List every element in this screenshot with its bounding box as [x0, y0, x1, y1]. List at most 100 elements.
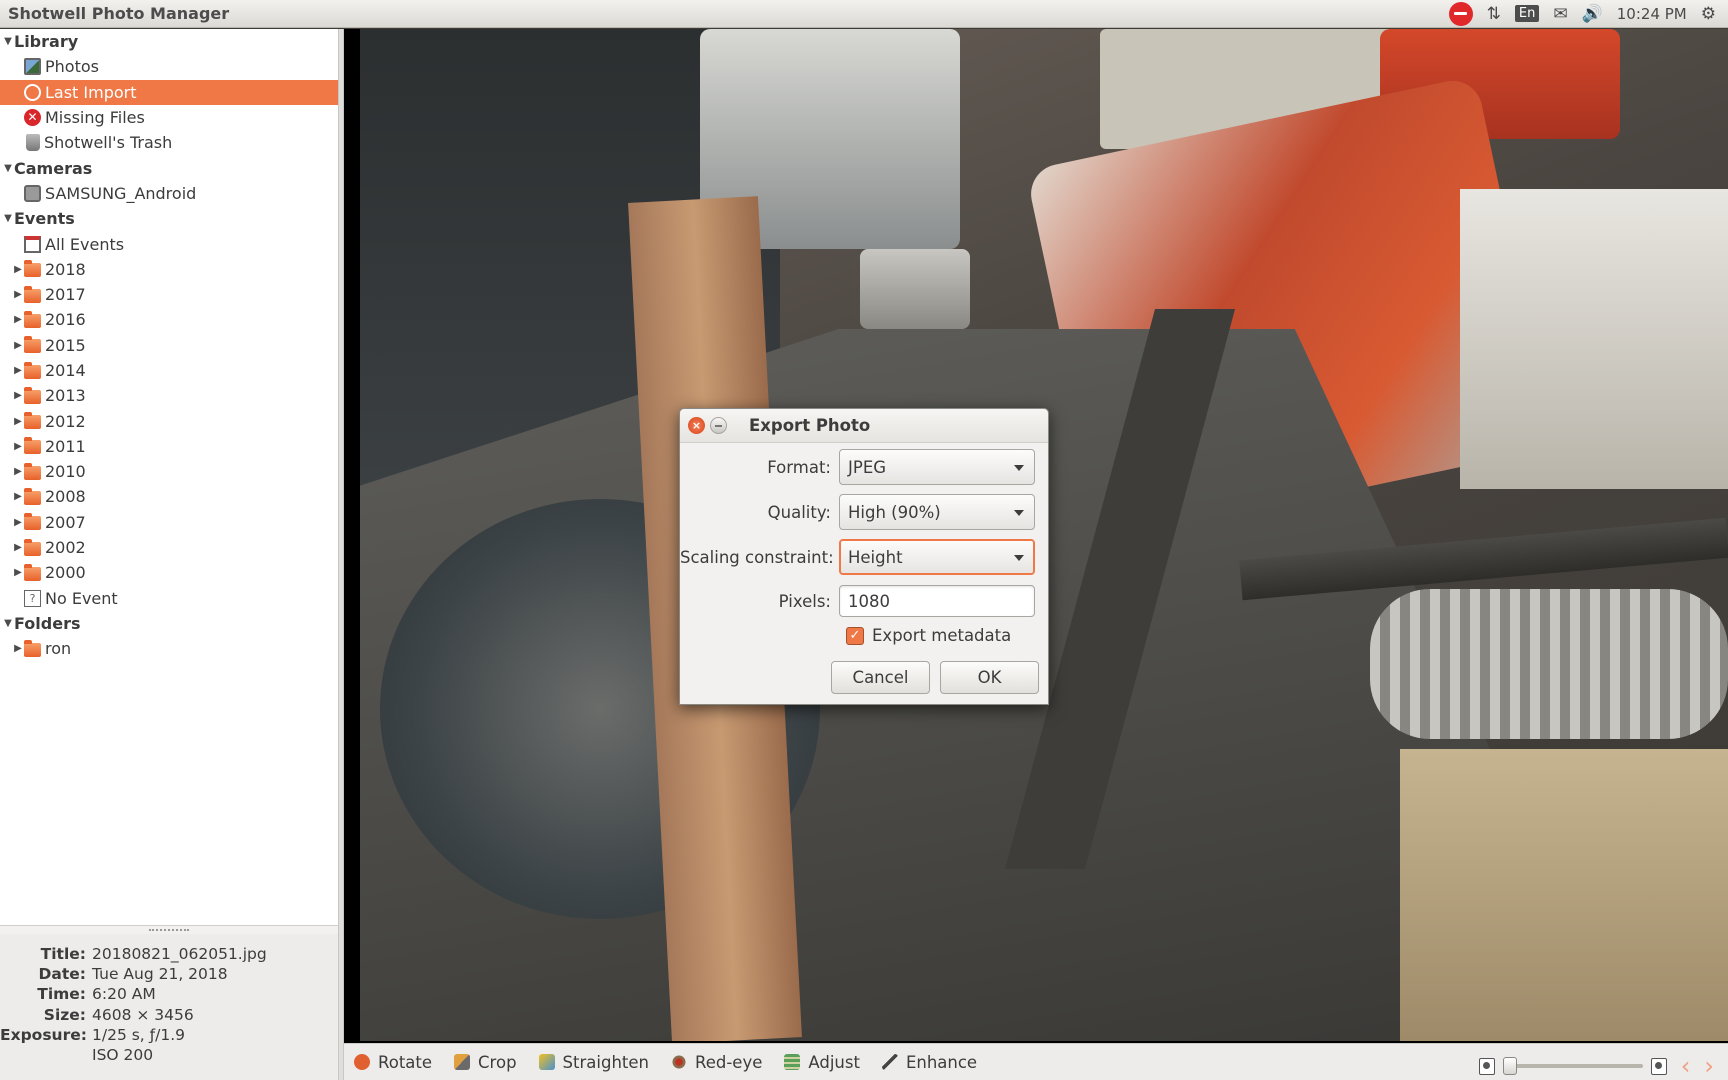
settings-gear-icon[interactable]: ⚙ [1701, 4, 1716, 24]
library-header[interactable]: ▼ Library [0, 29, 338, 54]
sidebar-item-event-year[interactable]: ▶ 2008 [0, 484, 338, 509]
zoom-out-icon[interactable] [1478, 1057, 1495, 1075]
expand-arrow-icon[interactable]: ▶ [12, 340, 24, 351]
export-metadata-checkbox[interactable]: ✓ [846, 626, 864, 645]
event-year-label: 2008 [45, 487, 86, 507]
sidebar-item-event-year[interactable]: ▶ 2007 [0, 510, 338, 535]
export-metadata-label[interactable]: Export metadata [872, 626, 1011, 645]
network-disabled-icon[interactable] [1448, 1, 1473, 26]
sidebar-item-event-year[interactable]: ▶ 2002 [0, 535, 338, 560]
missing-files-icon: ✕ [24, 109, 41, 127]
format-select[interactable]: JPEG [839, 449, 1035, 485]
sidebar-item-last-import[interactable]: Last Import [0, 79, 338, 105]
expand-arrow-icon[interactable]: ▶ [12, 416, 24, 427]
sidebar-item-camera[interactable]: SAMSUNG_Android [0, 181, 338, 206]
sidebar-item-event-year[interactable]: ▶ 2016 [0, 307, 338, 332]
ok-button[interactable]: OK [940, 661, 1039, 694]
sidebar-item-event-year[interactable]: ▶ 2011 [0, 434, 338, 459]
expand-arrow-icon[interactable]: ▶ [12, 365, 24, 376]
sidebar-item-event-year[interactable]: ▶ 2000 [0, 560, 338, 585]
rotate-label: Rotate [378, 1052, 433, 1072]
scaling-constraint-select[interactable]: Height [839, 539, 1035, 575]
expand-arrow-icon[interactable]: ▶ [12, 289, 24, 300]
info-label: Exposure: [0, 1025, 87, 1044]
sidebar: ▼ Library Photos Last Import ✕ Missing F… [0, 29, 338, 925]
straighten-button[interactable]: Straighten [538, 1053, 649, 1072]
expand-arrow-icon[interactable]: ▶ [12, 314, 24, 325]
sidebar-item-no-event[interactable]: ? No Event [0, 586, 338, 611]
rotate-button[interactable]: Rotate [354, 1053, 432, 1072]
expand-arrow-icon[interactable]: ▼ [2, 163, 14, 174]
quality-select[interactable]: High (90%) [839, 494, 1035, 530]
sidebar-splitter[interactable] [0, 925, 338, 934]
pixels-row: Pixels: [680, 585, 1050, 617]
info-label [0, 1045, 92, 1065]
folder-icon [24, 462, 41, 480]
sidebar-item-event-year[interactable]: ▶ 2012 [0, 408, 338, 433]
expand-arrow-icon[interactable]: ▶ [12, 390, 24, 401]
adjust-button[interactable]: Adjust [784, 1053, 860, 1072]
red-eye-label: Red-eye [694, 1052, 763, 1072]
sidebar-item-photos[interactable]: Photos [0, 54, 338, 79]
info-iso-row: ISO 200 [0, 1045, 338, 1065]
dialog-title: Export Photo [749, 416, 871, 435]
photo-white-container [1460, 189, 1728, 489]
format-label: Format: [767, 457, 831, 477]
sidebar-item-all-events[interactable]: All Events [0, 231, 338, 256]
red-eye-button[interactable]: Red-eye [670, 1052, 763, 1072]
expand-arrow-icon[interactable]: ▶ [12, 517, 24, 528]
cancel-button[interactable]: Cancel [831, 661, 930, 694]
sidebar-item-event-year[interactable]: ▶ 2014 [0, 358, 338, 383]
sidebar-item-event-year[interactable]: ▶ 2017 [0, 282, 338, 307]
folders-header[interactable]: ▼ Folders [0, 611, 338, 636]
info-exposure-row: Exposure: 1/25 s, ƒ/1.9 [0, 1025, 338, 1045]
info-label: Date: [38, 965, 86, 984]
photo-hose [1370, 589, 1728, 739]
sidebar-item-missing-files[interactable]: ✕ Missing Files [0, 105, 338, 130]
crop-button[interactable]: Crop [454, 1053, 517, 1072]
folder-icon [24, 538, 41, 556]
expand-arrow-icon[interactable]: ▼ [2, 36, 14, 47]
sidebar-item-trash[interactable]: Shotwell's Trash [0, 130, 338, 155]
events-header[interactable]: ▼ Events [0, 206, 338, 231]
dialog-titlebar[interactable]: × Export Photo [680, 409, 1048, 443]
folder-icon [24, 310, 41, 328]
expand-arrow-icon[interactable]: ▶ [12, 466, 24, 477]
sidebar-item-folder-ron[interactable]: ▶ ron [0, 636, 338, 661]
minimize-icon[interactable] [710, 417, 727, 434]
cameras-header[interactable]: ▼ Cameras [0, 155, 338, 180]
volume-icon[interactable]: 🔊 [1582, 4, 1603, 24]
expand-arrow-icon[interactable]: ▶ [12, 264, 24, 275]
next-photo-icon[interactable]: › [1704, 1052, 1714, 1080]
sidebar-item-event-year[interactable]: ▶ 2018 [0, 257, 338, 282]
folder-icon [24, 412, 41, 430]
zoom-in-icon[interactable] [1650, 1057, 1667, 1075]
network-transfer-icon[interactable]: ⇅ [1487, 4, 1501, 24]
keyboard-language-indicator[interactable]: En [1514, 5, 1540, 22]
folder-icon [24, 487, 41, 505]
enhance-button[interactable]: Enhance [881, 1053, 977, 1072]
sidebar-item-event-year[interactable]: ▶ 2010 [0, 459, 338, 484]
straighten-icon [538, 1054, 555, 1070]
expand-arrow-icon[interactable]: ▼ [2, 213, 14, 224]
expand-arrow-icon[interactable]: ▶ [12, 491, 24, 502]
expand-arrow-icon[interactable]: ▶ [12, 567, 24, 578]
expand-arrow-icon[interactable]: ▶ [12, 441, 24, 452]
info-label: Size: [43, 1005, 86, 1024]
expand-arrow-icon[interactable]: ▶ [12, 643, 24, 654]
previous-photo-icon[interactable]: ‹ [1681, 1052, 1691, 1080]
clock[interactable]: 10:24 PM [1617, 5, 1687, 23]
photos-icon [24, 58, 41, 76]
pixels-input[interactable] [839, 585, 1035, 617]
mail-icon[interactable]: ✉ [1553, 4, 1567, 24]
export-metadata-row[interactable]: ✓ Export metadata [846, 626, 1011, 645]
expand-arrow-icon[interactable]: ▶ [12, 542, 24, 553]
zoom-slider-handle[interactable] [1502, 1057, 1517, 1075]
expand-arrow-icon[interactable]: ▼ [2, 618, 14, 629]
photo-can [860, 249, 970, 329]
zoom-slider[interactable] [1502, 1057, 1643, 1075]
sidebar-item-event-year[interactable]: ▶ 2013 [0, 383, 338, 408]
photo-cardboard-box [1400, 749, 1728, 1041]
close-icon[interactable]: × [688, 417, 705, 434]
sidebar-item-event-year[interactable]: ▶ 2015 [0, 333, 338, 358]
